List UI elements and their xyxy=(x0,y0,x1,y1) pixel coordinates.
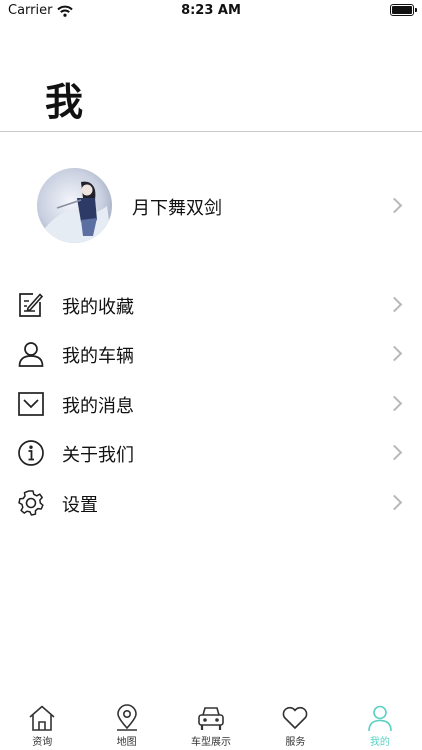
menu-label: 我的车辆 xyxy=(62,346,134,367)
location-pin-icon xyxy=(116,704,137,731)
menu-item-settings[interactable]: 设置 xyxy=(0,479,422,527)
tab-mine[interactable]: 我的 xyxy=(338,700,422,750)
chevron-right-icon xyxy=(386,296,403,313)
menu-label: 我的收藏 xyxy=(62,297,134,318)
tab-car-models[interactable]: 车型展示 xyxy=(169,700,253,750)
user-icon xyxy=(18,342,44,367)
gear-icon xyxy=(18,490,44,516)
status-bar: Carrier 8:23 AM xyxy=(0,0,422,22)
home-icon xyxy=(29,705,55,731)
tab-label: 车型展示 xyxy=(191,737,232,748)
tab-label: 资询 xyxy=(32,737,53,748)
chevron-right-icon xyxy=(386,197,403,214)
title-divider xyxy=(0,131,422,132)
tab-services[interactable]: 服务 xyxy=(253,700,337,750)
chevron-right-icon xyxy=(386,395,403,412)
chevron-right-icon xyxy=(386,444,403,461)
menu-label: 关于我们 xyxy=(62,445,134,466)
menu-item-favorites[interactable]: 我的收藏 xyxy=(0,281,422,329)
person-icon xyxy=(368,705,392,732)
menu-label: 我的消息 xyxy=(62,396,134,417)
heart-icon xyxy=(283,706,308,729)
menu-label: 设置 xyxy=(62,495,98,516)
profile-row[interactable]: 月下舞双剑 xyxy=(0,166,422,246)
tab-news[interactable]: 资询 xyxy=(0,700,84,750)
menu-item-about[interactable]: 关于我们 xyxy=(0,429,422,477)
tab-map[interactable]: 地图 xyxy=(84,700,168,750)
menu-item-messages[interactable]: 我的消息 xyxy=(0,380,422,428)
tab-label: 地图 xyxy=(116,737,137,748)
info-icon xyxy=(18,440,44,466)
mail-icon xyxy=(18,392,44,416)
status-time: 8:23 AM xyxy=(181,3,241,18)
battery-icon xyxy=(390,4,417,16)
chevron-right-icon xyxy=(386,345,403,362)
page-title: 我 xyxy=(45,80,84,124)
tab-bar: 资询 地图 车型展示 服务 我的 xyxy=(0,700,422,750)
avatar xyxy=(37,168,112,243)
tab-label: 我的 xyxy=(369,737,390,748)
chevron-right-icon xyxy=(386,494,403,511)
edit-icon xyxy=(19,293,44,317)
tab-label: 服务 xyxy=(285,737,306,748)
menu-item-vehicles[interactable]: 我的车辆 xyxy=(0,330,422,378)
car-icon xyxy=(198,707,224,730)
profile-name: 月下舞双剑 xyxy=(132,198,222,219)
